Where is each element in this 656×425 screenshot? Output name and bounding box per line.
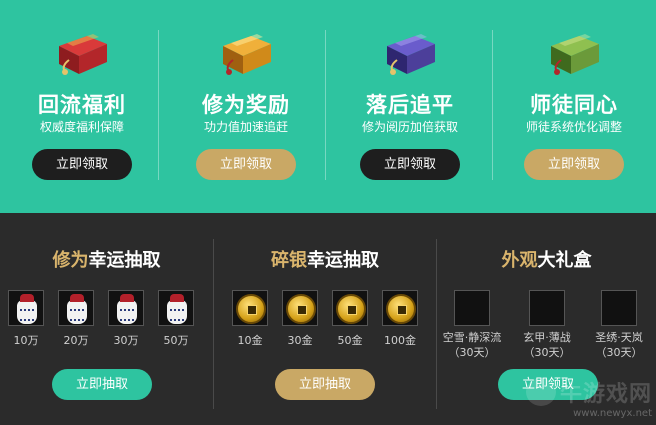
reward-name: 玄甲·薄战 [523,331,571,344]
reward-item: 100金 [380,290,420,348]
card-subtitle: 功力值加速追赶 [203,120,288,134]
gift-box-icon [387,34,435,75]
silver-lottery-panel: 碎银幸运抽取 10金 30金 50金 100金 立即抽取 [214,213,436,425]
wine-jar-icon [108,290,144,326]
costume-portrait-icon [601,290,637,326]
card-subtitle: 权威度福利保障 [39,120,124,134]
draw-button[interactable]: 立即抽取 [52,369,152,400]
reward-item: 10万 [6,290,46,348]
heading-text: 幸运抽取 [88,250,161,271]
reward-label: 30金 [287,334,313,347]
coin-icon [332,290,368,326]
watermark-brand: 牛游戏网 [559,382,652,407]
cultivation-lottery-panel: 修为幸运抽取 10万 20万 30万 50万 立即抽取 [0,213,213,425]
heading-highlight: 修为 [52,250,89,271]
divider [158,30,159,180]
card-subtitle: 师徒系统优化调整 [525,120,622,134]
gift-box-icon [223,34,271,75]
wine-jar-icon [58,290,94,326]
watermark-url: www.newyx.net [573,408,652,419]
card-return-welfare: 回流福利 权威度福利保障 立即领取 [0,0,164,213]
reward-label: 30万 [113,334,139,347]
site-watermark: 牛游戏网 www.newyx.net [525,376,652,419]
card-title: 回流福利 [38,93,126,117]
panel-heading: 碎银幸运抽取 [214,246,436,272]
reward-duration: （30天） [595,346,643,359]
reward-name: 圣绣·天岚 [595,331,643,344]
reward-label: 20万 [63,334,89,347]
coin-icon [282,290,318,326]
reward-label: 50万 [163,334,189,347]
reward-label: 圣绣·天岚 （30天） [587,330,651,360]
reward-label: 100金 [384,334,416,347]
reward-item: 圣绣·天岚 （30天） [587,290,651,360]
card-catch-up: 落后追平 修为阅历加倍获取 立即领取 [328,0,492,213]
reward-item: 30金 [280,290,320,348]
wine-jar-icon [8,290,44,326]
panel-heading: 外观大礼盒 [437,246,656,272]
claim-button[interactable]: 立即领取 [196,149,296,180]
heading-text: 幸运抽取 [307,250,379,271]
watermark-logo-icon [525,378,556,406]
reward-item: 10金 [230,290,270,348]
reward-label: 空雪·静深流 （30天） [440,330,504,360]
heading-highlight: 外观 [501,250,538,271]
gift-box-icon [551,34,599,75]
card-title: 落后追平 [366,93,454,117]
coin-icon [232,290,268,326]
card-title: 师徒同心 [530,93,618,117]
reward-label: 10万 [13,334,39,347]
card-cultivation-reward: 修为奖励 功力值加速追赶 立即领取 [164,0,328,213]
gift-box-icon [59,34,107,75]
costume-portrait-icon [529,290,565,326]
heading-highlight: 碎银 [271,250,307,271]
coin-icon [382,290,418,326]
heading-text: 大礼盒 [537,250,592,271]
reward-item: 玄甲·薄战 （30天） [515,290,579,360]
card-subtitle: 修为阅历加倍获取 [361,120,458,134]
lottery-section: 修为幸运抽取 10万 20万 30万 50万 立即抽取 碎银幸运抽取 10金 3… [0,213,656,425]
reward-label: 10金 [237,334,263,347]
panel-heading: 修为幸运抽取 [0,246,213,272]
reward-label: 50金 [337,334,363,347]
claim-button[interactable]: 立即领取 [524,149,624,180]
reward-item: 50万 [156,290,196,348]
reward-item: 50金 [330,290,370,348]
reward-item: 30万 [106,290,146,348]
claim-button[interactable]: 立即领取 [360,149,460,180]
wine-jar-icon [158,290,194,326]
reward-duration: （30天） [523,346,571,359]
card-title: 修为奖励 [202,93,290,117]
draw-button[interactable]: 立即抽取 [275,369,375,400]
reward-label: 玄甲·薄战 （30天） [515,330,579,360]
claim-button[interactable]: 立即领取 [32,149,132,180]
reward-duration: （30天） [448,346,496,359]
divider [325,30,326,180]
costume-portrait-icon [454,290,490,326]
welfare-banner: 回流福利 权威度福利保障 立即领取 修为奖励 功力值加速追赶 立即领取 落后追平… [0,0,656,213]
reward-item: 20万 [56,290,96,348]
reward-name: 空雪·静深流 [442,331,502,344]
reward-item: 空雪·静深流 （30天） [440,290,504,360]
card-master-apprentice: 师徒同心 师徒系统优化调整 立即领取 [492,0,656,213]
